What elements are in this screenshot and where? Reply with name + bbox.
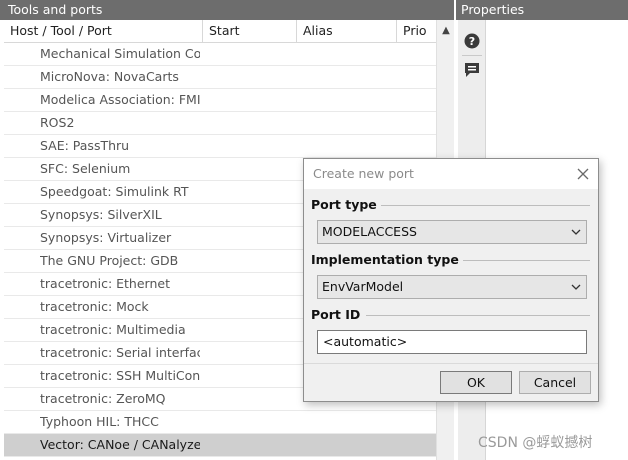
list-item[interactable]: Modelica Association: FMI [4,89,436,112]
port-id-label: Port ID [311,307,365,322]
list-item[interactable]: ROS2 [4,112,436,135]
port-type-label: Port type [311,197,381,212]
scroll-up-arrow-icon[interactable]: ▲ [437,22,455,40]
column-prio[interactable]: Prio [397,20,436,43]
watermark: CSDN @蜉蚁撼树 [478,435,593,451]
list-item[interactable]: Mechanical Simulation Co... [4,43,436,66]
implementation-type-select[interactable]: EnvVarModel [317,275,587,299]
chevron-down-icon [571,229,581,235]
list-item[interactable]: MicroNova: NovaCarts [4,66,436,89]
dialog-title: Create new port [304,159,598,189]
comment-icon[interactable] [463,61,481,79]
tools-and-ports-header: Tools and ports [0,0,454,20]
port-type-value: MODELACCESS [322,224,417,239]
implementation-type-value: EnvVarModel [322,279,404,294]
port-type-select[interactable]: MODELACCESS [317,220,587,244]
column-alias[interactable]: Alias [297,20,397,43]
port-type-divider [374,205,590,206]
chevron-down-icon [571,284,581,290]
list-item[interactable]: SAE: PassThru [4,135,436,158]
list-item[interactable]: Typhoon HIL: THCC [4,411,436,434]
close-icon[interactable] [576,167,590,181]
column-start[interactable]: Start [203,20,297,43]
create-new-port-dialog: Create new port Port type MODELACCESS Im… [303,158,599,402]
port-id-input[interactable]: <automatic> [317,330,587,354]
svg-text:?: ? [469,35,475,48]
implementation-type-label: Implementation type [311,252,463,267]
cancel-button[interactable]: Cancel [519,371,591,394]
port-id-divider [366,315,590,316]
help-icon[interactable]: ? [463,32,481,50]
properties-header: Properties [456,0,628,20]
implementation-type-divider [448,260,590,261]
ok-button[interactable]: OK [440,371,512,394]
dialog-footer-divider [304,363,598,364]
list-item-selected[interactable]: Vector: CANoe / CANalyzer [4,434,436,457]
column-header-row: Host / Tool / Port Start Alias Prio [4,20,436,43]
column-host-tool-port[interactable]: Host / Tool / Port [4,20,203,43]
toolbar-separator [462,55,482,56]
